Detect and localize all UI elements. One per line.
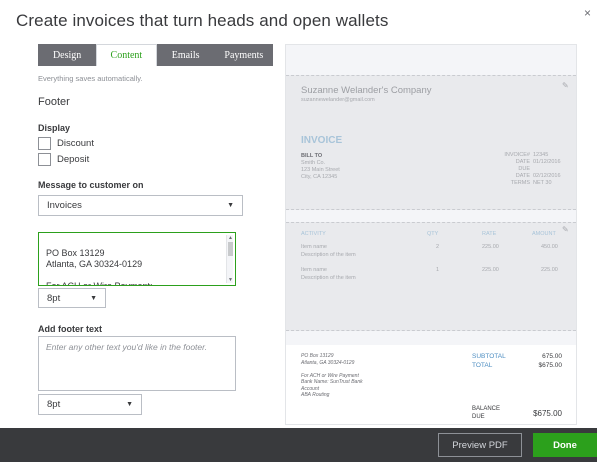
pencil-icon[interactable]: ✎ <box>562 225 571 234</box>
tab-content[interactable]: Content <box>96 44 157 66</box>
preview-col-rate: RATE <box>482 231 497 237</box>
preview-company-email: suzannewelander@gmail.com <box>301 97 375 103</box>
preview-bill-to-address: Smith Co. 123 Main Street City, CA 12345 <box>301 160 340 180</box>
deposit-label: Deposit <box>57 154 90 165</box>
bottom-action-bar: Preview PDF Done <box>0 428 597 462</box>
preview-line-qty: 2 <box>436 244 440 250</box>
message-font-size-value: 8pt <box>47 292 61 304</box>
preview-invoice-title: INVOICE <box>301 135 343 146</box>
footer-font-size-value: 8pt <box>47 399 61 410</box>
pencil-icon[interactable]: ✎ <box>562 81 571 90</box>
scroll-up-icon[interactable]: ▲ <box>227 235 234 241</box>
message-font-size-select[interactable]: 8pt ▼ <box>38 288 106 308</box>
close-icon[interactable]: × <box>584 6 591 20</box>
textarea-scrollbar[interactable]: ▲ ▼ <box>226 235 233 283</box>
tab-design[interactable]: Design <box>38 44 96 66</box>
preview-balance-value: $675.00 <box>533 409 562 418</box>
customer-message-text: PO Box 13129 Atlanta, GA 30324-0129 For … <box>46 248 153 286</box>
scroll-down-icon[interactable]: ▼ <box>227 277 234 283</box>
preview-subtotal-label: SUBTOTAL <box>472 353 506 360</box>
chevron-down-icon: ▼ <box>126 401 133 408</box>
done-button[interactable]: Done <box>533 433 597 457</box>
preview-line-qty: 1 <box>436 267 440 273</box>
preview-col-activity: ACTIVITY <box>301 231 326 237</box>
preview-meta-labels: INVOICE# DATE DUE DATE TERMS <box>504 152 530 186</box>
preview-col-qty: QTY <box>427 231 439 237</box>
invoice-customization-page: Create invoices that turn heads and open… <box>0 0 597 462</box>
footer-font-size-select[interactable]: 8pt ▼ <box>38 394 142 415</box>
customization-tabs: Design Content Emails Payments <box>38 44 273 66</box>
footer-text-input[interactable]: Enter any other text you'd like in the f… <box>38 336 236 391</box>
preview-total-value: $675.00 <box>538 362 563 369</box>
preview-line-amount: 225.00 <box>541 267 558 273</box>
chevron-down-icon: ▼ <box>227 202 234 209</box>
deposit-option[interactable]: Deposit <box>38 153 89 166</box>
preview-subtotal-value: 675.00 <box>542 353 562 360</box>
preview-total-label: TOTAL <box>472 362 493 369</box>
invoice-preview: ✎ Suzanne Welander's Company suzannewela… <box>285 44 577 425</box>
autosave-note: Everything saves automatically. <box>38 74 143 83</box>
discount-option[interactable]: Discount <box>38 137 94 150</box>
customer-message-textarea[interactable]: PO Box 13129 Atlanta, GA 30324-0129 For … <box>38 232 236 286</box>
preview-meta-values: 12345 01/12/2016 02/12/2016 NET 30 <box>533 152 561 186</box>
display-label: Display <box>38 123 71 133</box>
preview-bill-to-label: BILL TO <box>301 153 323 159</box>
preview-line-desc: Description of the item <box>301 252 356 258</box>
footer-text-label: Add footer text <box>38 324 102 334</box>
preview-line-desc: Description of the item <box>301 275 356 281</box>
preview-pdf-button[interactable]: Preview PDF <box>438 433 522 457</box>
section-title: Footer <box>38 96 70 108</box>
discount-checkbox[interactable] <box>38 137 51 150</box>
preview-line-rate: 225.00 <box>482 267 499 273</box>
chevron-down-icon: ▼ <box>90 294 97 302</box>
preview-col-amount: AMOUNT <box>532 231 556 237</box>
message-to-customer-label: Message to customer on <box>38 180 144 190</box>
scroll-thumb[interactable] <box>228 242 233 256</box>
preview-line-rate: 225.00 <box>482 244 499 250</box>
message-type-select[interactable]: Invoices ▼ <box>38 195 243 216</box>
deposit-checkbox[interactable] <box>38 153 51 166</box>
discount-label: Discount <box>57 138 94 149</box>
page-title: Create invoices that turn heads and open… <box>16 11 389 30</box>
message-type-value: Invoices <box>47 200 82 211</box>
tab-emails[interactable]: Emails <box>157 44 215 66</box>
preview-line-name: Item name <box>301 267 327 273</box>
preview-footer-address: PO Box 13129 Atlanta, GA 30324-0129 For … <box>301 353 363 398</box>
preview-company-name: Suzanne Welander's Company <box>301 85 432 96</box>
tab-payments[interactable]: Payments <box>215 44 273 66</box>
preview-line-name: Item name <box>301 244 327 250</box>
preview-line-amount: 450.00 <box>541 244 558 250</box>
preview-balance-label: BALANCE DUE <box>472 406 501 420</box>
